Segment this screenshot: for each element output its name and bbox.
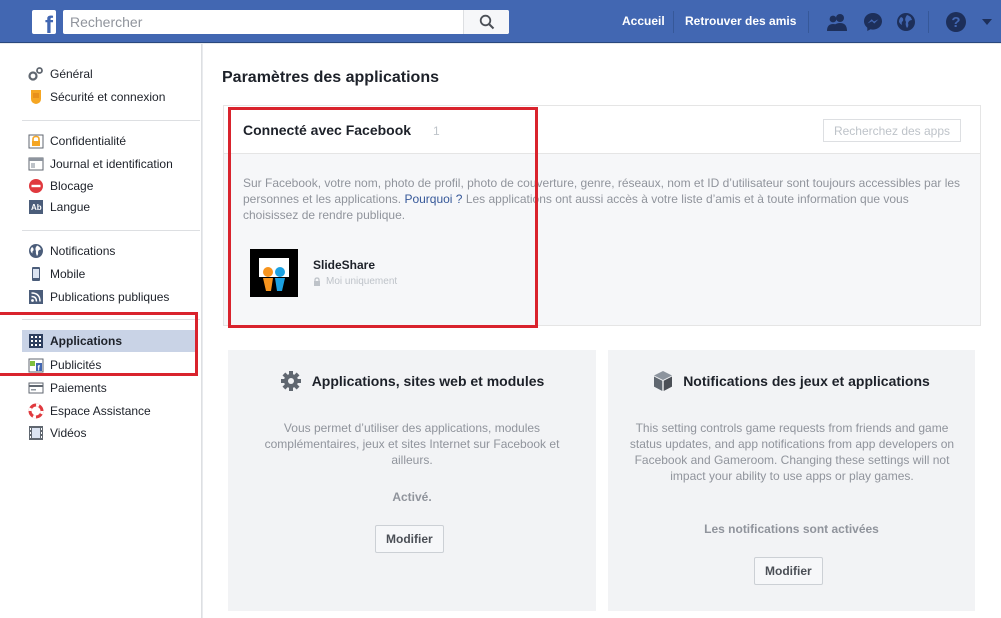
privacy-lock-icon (314, 276, 320, 286)
connected-apps-panel: Connecté avec Facebook 1 Recherchez des … (223, 105, 981, 326)
svg-text:Ab: Ab (31, 203, 42, 212)
credit-card-icon (28, 380, 44, 396)
sidebar-divider (22, 319, 200, 320)
gear-icon (280, 370, 302, 392)
globe-icon (28, 243, 44, 259)
page-title: Paramètres des applications (222, 69, 439, 86)
sidebar-item-label: Mobile (50, 267, 86, 281)
nav-link-home[interactable]: Accueil (622, 14, 665, 28)
messenger-icon[interactable] (862, 11, 884, 33)
card-title-text: Applications, sites web et modules (311, 373, 545, 389)
edit-notifications-button[interactable]: Modifier (754, 557, 823, 585)
sidebar-item-label: Journal et identification (50, 157, 173, 171)
nav-separator (928, 11, 929, 33)
card-description: Vous permet d’utiliser des applications,… (264, 421, 560, 467)
ads-icon: f (28, 357, 44, 373)
card-title-text: Notifications des jeux et applications (683, 373, 930, 389)
connected-apps-count: 1 (433, 124, 440, 138)
search-input[interactable] (63, 10, 463, 34)
sidebar-item-label: Blocage (50, 179, 94, 193)
nav-separator (808, 11, 809, 33)
search-button[interactable] (463, 10, 509, 34)
app-privacy: Moi uniquement (313, 276, 397, 287)
timeline-icon (28, 156, 44, 172)
sidebar-item-general[interactable]: Général (22, 63, 198, 85)
sidebar-item-label: Vidéos (50, 426, 87, 440)
svg-text:?: ? (951, 14, 960, 31)
settings-sidebar: Général Sécurité et connexion Confidenti… (0, 44, 202, 618)
notifications-globe-icon[interactable] (895, 11, 917, 33)
caret-down-icon[interactable] (976, 11, 998, 33)
sidebar-item-ads[interactable]: f Publicités (22, 354, 198, 376)
sidebar-item-public-posts[interactable]: Publications publiques (22, 286, 198, 308)
nav-separator (673, 11, 674, 33)
sidebar-item-label: Notifications (50, 244, 116, 258)
edit-apps-button[interactable]: Modifier (375, 525, 444, 553)
block-icon (28, 178, 44, 194)
sidebar-item-security[interactable]: Sécurité et connexion (22, 86, 198, 108)
sidebar-item-blocking[interactable]: Blocage (22, 175, 198, 197)
search-apps-button[interactable]: Recherchez des apps (823, 119, 961, 142)
friend-requests-icon[interactable] (826, 11, 848, 33)
nav-link-find-friends[interactable]: Retrouver des amis (685, 14, 796, 28)
sidebar-item-videos[interactable]: Vidéos (22, 422, 198, 444)
card-title: Applications, sites web et modules (228, 370, 596, 392)
card-title: Notifications des jeux et applications (608, 370, 975, 392)
sidebar-item-label: Applications (50, 334, 123, 348)
cube-icon (653, 370, 673, 392)
connected-apps-title: Connecté avec Facebook (243, 122, 412, 138)
sidebar-item-language[interactable]: Ab Langue (22, 196, 198, 218)
sidebar-item-privacy[interactable]: Confidentialité (22, 130, 198, 152)
sidebar-item-timeline[interactable]: Journal et identification (22, 153, 198, 175)
shield-badge-icon (28, 89, 44, 105)
sidebar-item-label: Publications publiques (50, 290, 170, 304)
connected-apps-header: Connecté avec Facebook 1 Recherchez des … (224, 106, 980, 154)
card-status: Activé. (392, 490, 432, 504)
sidebar-item-support[interactable]: Espace Assistance (22, 400, 198, 422)
lifebuoy-icon (28, 403, 44, 419)
lock-icon (28, 133, 44, 149)
sidebar-item-label: Publicités (50, 358, 102, 372)
language-icon: Ab (28, 199, 44, 215)
film-icon (28, 425, 44, 441)
help-icon[interactable]: ? (945, 11, 967, 33)
sidebar-item-label: Général (50, 67, 93, 81)
card-description: This setting controls game requests from… (629, 421, 955, 483)
gears-icon (28, 66, 44, 82)
apps-grid-icon (28, 333, 44, 349)
sidebar-item-label: Confidentialité (50, 134, 127, 148)
rss-icon (28, 289, 44, 305)
sidebar-divider (22, 230, 200, 231)
slideshare-logo-icon[interactable] (250, 249, 298, 297)
sidebar-item-notifications[interactable]: Notifications (22, 240, 198, 262)
sidebar-item-label: Langue (50, 200, 91, 214)
sidebar-item-label: Sécurité et connexion (50, 90, 166, 104)
sidebar-item-label: Paiements (50, 381, 107, 395)
games-apps-notifications-card: Notifications des jeux et applications T… (608, 350, 975, 611)
search-bar (63, 10, 509, 34)
main-content: Paramètres des applications Connecté ave… (203, 44, 1001, 618)
connected-apps-description: Sur Facebook, votre nom, photo de profil… (243, 176, 961, 222)
facebook-logo[interactable]: f (32, 10, 56, 34)
app-privacy-label: Moi uniquement (326, 276, 398, 287)
top-navigation-bar: f Accueil Retrouver des amis (0, 0, 1001, 43)
sidebar-divider (22, 120, 200, 121)
apps-websites-plugins-card: Applications, sites web et modules Vous … (228, 350, 596, 611)
sidebar-item-applications[interactable]: Applications (22, 330, 198, 352)
sidebar-item-label: Espace Assistance (50, 404, 151, 418)
app-name[interactable]: SlideShare (313, 258, 375, 272)
magnifier-icon (479, 14, 494, 30)
why-link[interactable]: Pourquoi ? (404, 192, 462, 206)
sidebar-item-mobile[interactable]: Mobile (22, 263, 198, 285)
card-status: Les notifications sont activées (704, 522, 879, 536)
mobile-icon (28, 266, 44, 282)
sidebar-item-payments[interactable]: Paiements (22, 377, 198, 399)
